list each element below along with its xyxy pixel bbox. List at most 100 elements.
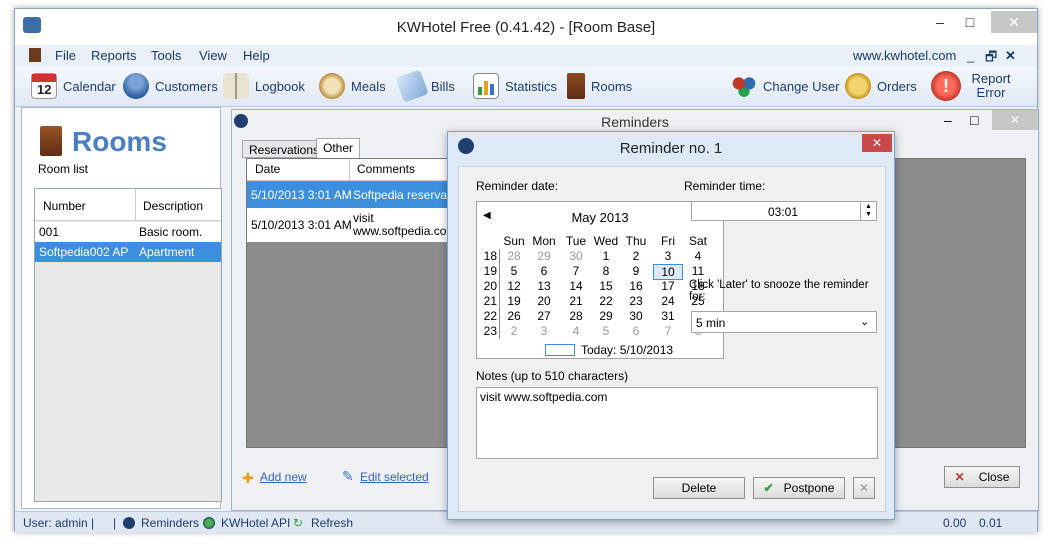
calendar-day[interactable]: 26 <box>499 309 529 323</box>
reminders-maximize-button[interactable]: □ <box>970 112 978 128</box>
close-label: Close <box>978 470 1010 484</box>
table-row[interactable]: 001 Basic room. <box>35 222 221 242</box>
status-reminders[interactable]: Reminders <box>141 516 199 530</box>
minimize-button[interactable]: – <box>925 11 955 33</box>
close-icon: ✕ <box>954 470 965 484</box>
mdi-minimize-button[interactable]: _ <box>967 48 974 63</box>
table-row[interactable]: 5/10/2013 3:01 AM visit www.softpedia.co… <box>247 208 467 242</box>
calendar-day[interactable]: 10 <box>653 264 683 280</box>
add-new-link[interactable]: Add new <box>260 470 307 484</box>
add-icon: ✚ <box>242 470 254 486</box>
notes-textarea[interactable]: visit www.softpedia.com <box>476 387 878 459</box>
time-input[interactable]: 03:01 ▲ ▼ <box>691 201 877 221</box>
calendar-day[interactable]: 29 <box>591 309 621 323</box>
calendar-day[interactable]: 4 <box>683 249 713 263</box>
status-value-2: 0.01 <box>979 516 1003 530</box>
calendar-day[interactable]: 15 <box>591 279 621 293</box>
calendar-day[interactable]: 31 <box>653 309 683 323</box>
edit-selected-link[interactable]: Edit selected <box>360 470 429 484</box>
calendar-day[interactable]: 12 <box>499 279 529 293</box>
bills-button[interactable]: Bills <box>395 67 455 105</box>
weekday-header: Sat <box>688 234 707 248</box>
today-label[interactable]: Today: 5/10/2013 <box>581 343 673 357</box>
mdi-close-button[interactable]: ✕ <box>1005 48 1016 64</box>
column-description[interactable]: Description <box>143 199 203 213</box>
door-icon <box>40 126 62 156</box>
change-user-button[interactable]: Change User <box>731 67 840 105</box>
orders-button[interactable]: Orders <box>845 67 917 105</box>
door-icon <box>29 48 41 62</box>
statistics-button[interactable]: Statistics <box>473 67 557 105</box>
calendar-day[interactable]: 17 <box>653 279 683 293</box>
calendar-day[interactable]: 7 <box>561 264 591 278</box>
menu-help[interactable]: Help <box>243 48 270 63</box>
coins-icon <box>845 73 871 99</box>
calendar-day[interactable]: 7 <box>653 324 683 338</box>
delete-button[interactable]: Delete <box>653 477 745 499</box>
calendar-day[interactable]: 6 <box>529 264 559 278</box>
tab-other[interactable]: Other <box>316 138 361 158</box>
calendar[interactable]: ◀ May 2013 Sun Mon Tue Wed Thu Fri Sat 18 28 29 30… <box>476 201 724 359</box>
calendar-day[interactable]: 23 <box>621 294 651 308</box>
menu-tools[interactable]: Tools <box>151 48 181 63</box>
column-number[interactable]: Number <box>43 199 86 213</box>
calendar-day[interactable]: 5 <box>499 264 529 278</box>
calendar-day[interactable]: 2 <box>499 324 529 338</box>
calendar-day[interactable]: 13 <box>529 279 559 293</box>
menu-file[interactable]: File <box>55 48 76 63</box>
calendar-day[interactable]: 20 <box>529 294 559 308</box>
maximize-button[interactable]: □ <box>955 11 985 33</box>
calendar-button[interactable]: 12 Calendar <box>31 67 116 105</box>
calendar-day[interactable]: 28 <box>499 249 529 263</box>
calendar-day[interactable]: 28 <box>561 309 591 323</box>
tab-reservations[interactable]: Reservations <box>242 140 327 158</box>
calendar-day[interactable]: 3 <box>529 324 559 338</box>
status-refresh[interactable]: Refresh <box>311 516 353 530</box>
logbook-button[interactable]: Logbook <box>223 67 305 105</box>
column-comments[interactable]: Comments <box>357 162 415 176</box>
reminders-minimize-button[interactable]: – <box>944 112 952 128</box>
menu-view[interactable]: View <box>199 48 227 63</box>
postpone-button[interactable]: ✔ Postpone <box>753 477 845 499</box>
report-error-button[interactable]: ! Report Error <box>931 67 1015 105</box>
close-reminders-button[interactable]: ✕ Close <box>944 466 1020 488</box>
dialog-close-button[interactable]: ✕ <box>862 134 892 152</box>
calendar-day[interactable]: 1 <box>591 249 621 263</box>
column-date[interactable]: Date <box>255 162 280 176</box>
calendar-day[interactable]: 11 <box>683 264 713 278</box>
time-spinner[interactable]: ▲ ▼ <box>860 203 876 220</box>
calendar-day[interactable]: 30 <box>561 249 591 263</box>
calendar-day[interactable]: 3 <box>653 249 683 263</box>
calendar-day[interactable]: 4 <box>561 324 591 338</box>
calendar-day[interactable]: 27 <box>529 309 559 323</box>
calendar-day[interactable]: 19 <box>499 294 529 308</box>
calendar-day[interactable]: 30 <box>621 309 651 323</box>
calendar-day[interactable]: 16 <box>621 279 651 293</box>
status-api[interactable]: KWHotel API <box>221 516 290 530</box>
reminders-close-icon[interactable]: ✕ <box>992 110 1038 130</box>
calendar-day[interactable]: 21 <box>561 294 591 308</box>
calendar-day[interactable]: 22 <box>591 294 621 308</box>
calendar-day[interactable]: 24 <box>653 294 683 308</box>
snooze-label: Click 'Later' to snooze the reminder for… <box>689 279 869 303</box>
customers-button[interactable]: Customers <box>123 67 218 105</box>
meals-button[interactable]: Meals <box>319 67 386 105</box>
cancel-button[interactable]: ✕ <box>853 477 875 499</box>
room-table: Number Description 001 Basic room. Softp… <box>34 188 222 502</box>
menu-reports[interactable]: Reports <box>91 48 137 63</box>
close-button[interactable]: ✕ <box>991 11 1037 33</box>
calendar-day[interactable]: 14 <box>561 279 591 293</box>
calendar-day[interactable]: 29 <box>529 249 559 263</box>
calendar-day[interactable]: 6 <box>621 324 651 338</box>
calendar-day[interactable]: 2 <box>621 249 651 263</box>
calendar-day[interactable]: 8 <box>591 264 621 278</box>
table-row[interactable]: 5/10/2013 3:01 AM Softpedia reservation <box>247 182 467 208</box>
bills-icon <box>395 69 429 103</box>
calendar-day[interactable]: 9 <box>621 264 651 278</box>
snooze-select[interactable]: 5 min ⌄ <box>691 311 877 333</box>
table-row[interactable]: Softpedia002 AP Apartment <box>35 242 221 262</box>
website-link[interactable]: www.kwhotel.com <box>853 48 956 63</box>
calendar-day[interactable]: 5 <box>591 324 621 338</box>
weekday-header: Thu <box>625 234 647 248</box>
rooms-button[interactable]: Rooms <box>567 67 632 105</box>
